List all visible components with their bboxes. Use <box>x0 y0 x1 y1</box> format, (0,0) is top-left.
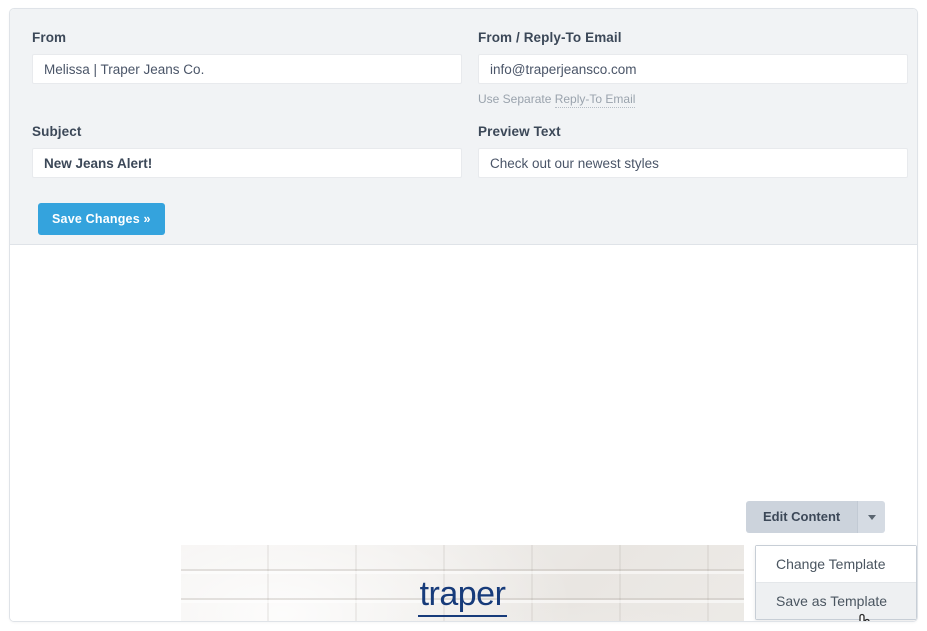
campaign-settings-panel: From From / Reply-To Email Use Separate … <box>10 9 917 245</box>
reply-to-help-prefix: Use Separate <box>478 92 555 106</box>
reply-to-label: From / Reply-To Email <box>478 30 622 45</box>
template-header: traper home shop blog <box>181 545 744 621</box>
page-root: From From / Reply-To Email Use Separate … <box>0 0 927 631</box>
chevron-down-icon <box>867 514 876 520</box>
field-reply-to: From / Reply-To Email Use Separate Reply… <box>478 30 908 108</box>
field-preview-text: Preview Text <box>478 124 908 178</box>
edit-content-dropdown-toggle[interactable] <box>857 501 886 533</box>
edit-content-dropdown-menu: Change Template Save as Template <box>755 545 917 620</box>
subject-input[interactable] <box>32 148 462 178</box>
edit-content-split-button: Edit Content <box>746 501 886 533</box>
field-from: From <box>32 30 462 84</box>
reply-to-help: Use Separate Reply-To Email <box>478 92 908 108</box>
campaign-editor-card: From From / Reply-To Email Use Separate … <box>9 8 918 622</box>
field-subject: Subject <box>32 124 462 178</box>
preview-text-input[interactable] <box>478 148 908 178</box>
from-input[interactable] <box>32 54 462 84</box>
subject-label: Subject <box>32 124 82 139</box>
email-template-preview[interactable]: traper home shop blog <box>181 545 744 621</box>
edit-content-button[interactable]: Edit Content <box>746 501 858 533</box>
from-label: From <box>32 30 67 45</box>
menu-item-change-template[interactable]: Change Template <box>756 546 916 582</box>
template-logo: traper <box>417 575 508 617</box>
menu-item-save-as-template[interactable]: Save as Template <box>756 582 916 619</box>
use-separate-reply-to-link[interactable]: Reply-To Email <box>554 92 636 108</box>
content-preview-area: traper home shop blog <box>10 245 917 621</box>
reply-to-email-input[interactable] <box>478 54 908 84</box>
preview-text-label: Preview Text <box>478 124 561 139</box>
save-changes-button[interactable]: Save Changes » <box>38 203 165 235</box>
